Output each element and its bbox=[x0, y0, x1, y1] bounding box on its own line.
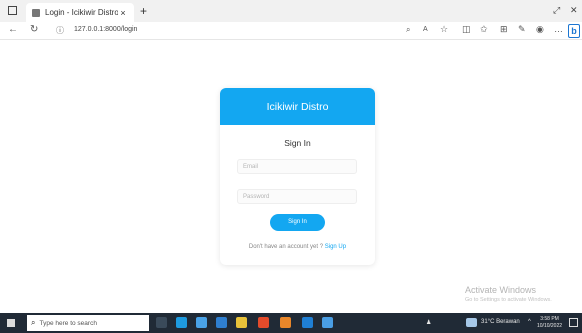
close-window-icon[interactable]: ✕ bbox=[570, 5, 578, 16]
search-icon: ⌕ bbox=[31, 318, 36, 327]
bing-icon[interactable]: b bbox=[568, 24, 580, 38]
favorite-star-icon[interactable]: ☆ bbox=[440, 24, 448, 35]
signup-prompt-text: Don't have an account yet ? bbox=[248, 244, 324, 250]
vscode-icon[interactable] bbox=[302, 317, 313, 328]
weather-icon[interactable] bbox=[466, 318, 477, 327]
refresh-icon[interactable]: ↻ bbox=[30, 24, 38, 35]
taskbar: ⌕ Type here to search ♟ 31°C Berawan ^ 3… bbox=[0, 313, 582, 333]
tab-title: Login - Icikiwir Distro bbox=[45, 8, 118, 17]
favorites-icon[interactable]: ✩ bbox=[480, 24, 488, 35]
new-tab-button[interactable]: + bbox=[140, 4, 147, 18]
site-info-icon[interactable]: ⓘ bbox=[56, 25, 64, 36]
form-title: Sign In bbox=[284, 138, 311, 148]
sign-in-button[interactable]: Sign In bbox=[270, 214, 325, 231]
read-aloud-icon[interactable]: A bbox=[423, 26, 428, 33]
email-placeholder: Email bbox=[243, 164, 259, 170]
profile-icon[interactable]: ◉ bbox=[536, 24, 544, 35]
opera-icon[interactable] bbox=[258, 317, 269, 328]
zoom-icon[interactable]: ⌕ bbox=[406, 25, 410, 35]
task-view-icon[interactable] bbox=[156, 317, 167, 328]
extensions-icon[interactable]: ✎ bbox=[518, 24, 526, 35]
taskbar-search[interactable]: ⌕ Type here to search bbox=[27, 315, 149, 331]
back-icon[interactable]: ← bbox=[8, 24, 18, 35]
page-content: Icikiwir Distro Sign In Email Password S… bbox=[0, 40, 582, 313]
brand-name: Icikiwir Distro bbox=[266, 100, 329, 113]
tab-login[interactable]: Login - Icikiwir Distro × bbox=[26, 3, 134, 22]
clock-time: 3:58 PM bbox=[540, 316, 559, 322]
browser-toolbar: ← ↻ ⓘ 127.0.0.1:8000/login ⌕ A ☆ ◫ ✩ ⊞ ✎… bbox=[0, 22, 582, 40]
tray-overflow-icon[interactable]: ^ bbox=[528, 319, 531, 325]
address-bar[interactable]: 127.0.0.1:8000/login bbox=[74, 26, 137, 33]
clock-date: 10/10/2022 bbox=[537, 323, 563, 329]
window-menu-icon[interactable] bbox=[8, 6, 17, 15]
password-placeholder: Password bbox=[243, 194, 270, 200]
split-screen-icon[interactable]: ◫ bbox=[462, 24, 471, 35]
login-card: Icikiwir Distro Sign In Email Password S… bbox=[220, 88, 375, 265]
edge-browser-icon[interactable] bbox=[176, 317, 187, 328]
collections-icon[interactable]: ⊞ bbox=[500, 24, 508, 35]
windows-start-icon[interactable] bbox=[7, 319, 15, 327]
folder-icon[interactable] bbox=[236, 317, 247, 328]
page-favicon-icon bbox=[32, 8, 40, 17]
activate-windows-watermark: Activate Windows Go to Settings to activ… bbox=[465, 285, 552, 303]
sign-up-link[interactable]: Sign Up bbox=[325, 244, 346, 250]
close-icon[interactable]: × bbox=[118, 8, 128, 18]
browser-tab-strip: Login - Icikiwir Distro × + ⤢ ✕ bbox=[0, 0, 582, 22]
people-icon[interactable]: ♟ bbox=[426, 319, 431, 326]
restore-icon[interactable]: ⤢ bbox=[553, 5, 560, 16]
more-menu-icon[interactable]: … bbox=[554, 24, 563, 34]
signup-prompt: Don't have an account yet ? Sign Up bbox=[220, 244, 375, 250]
mail-icon[interactable] bbox=[216, 317, 227, 328]
watermark-title: Activate Windows bbox=[465, 285, 537, 295]
app-icon[interactable] bbox=[322, 317, 333, 328]
file-explorer-icon[interactable] bbox=[196, 317, 207, 328]
card-header: Icikiwir Distro bbox=[220, 88, 375, 125]
xampp-icon[interactable] bbox=[280, 317, 291, 328]
password-field[interactable]: Password bbox=[237, 189, 357, 204]
search-placeholder: Type here to search bbox=[39, 319, 97, 327]
clock[interactable]: 3:58 PM 10/10/2022 bbox=[537, 316, 562, 330]
email-field[interactable]: Email bbox=[237, 159, 357, 174]
weather-text[interactable]: 31°C Berawan bbox=[481, 319, 520, 325]
watermark-subtitle: Go to Settings to activate Windows. bbox=[465, 297, 552, 303]
notification-icon[interactable] bbox=[569, 318, 578, 327]
